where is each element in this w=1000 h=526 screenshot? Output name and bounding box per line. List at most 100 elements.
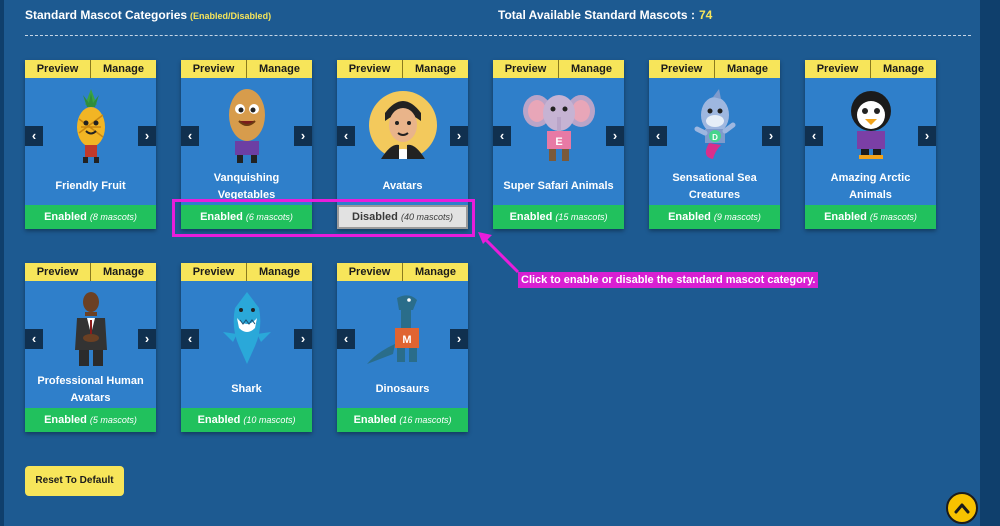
manage-button[interactable]: Manage [402, 263, 468, 281]
svg-text:D: D [712, 133, 718, 142]
penguin-mascot-icon [825, 82, 916, 168]
next-mascot-button[interactable]: › [450, 329, 468, 349]
preview-button[interactable]: Preview [805, 60, 870, 78]
previous-mascot-button[interactable]: ‹ [493, 126, 511, 146]
category-name: Shark [231, 383, 262, 395]
status-label: Enabled [44, 211, 87, 223]
mascot-count: (16 mascots) [399, 415, 452, 425]
next-mascot-button[interactable]: › [918, 126, 936, 146]
previous-mascot-button[interactable]: ‹ [805, 126, 823, 146]
preview-button[interactable]: Preview [181, 263, 246, 281]
scroll-to-top-button[interactable] [946, 492, 978, 524]
manage-button[interactable]: Manage [90, 60, 156, 78]
card-tabs: Preview Manage [649, 60, 780, 78]
reset-to-default-button[interactable]: Reset To Default [25, 466, 124, 496]
category-card: Preview Manage ‹ › Amazing Arctic Animal… [805, 60, 936, 229]
manage-button[interactable]: Manage [714, 60, 780, 78]
total-mascots-count: 74 [698, 8, 713, 22]
preview-button[interactable]: Preview [25, 263, 90, 281]
mascot-count: (15 mascots) [555, 212, 608, 222]
category-status-toggle[interactable]: Enabled (5 mascots) [805, 205, 936, 229]
category-status-toggle[interactable]: Enabled (5 mascots) [25, 408, 156, 432]
highlight-box [172, 199, 475, 237]
next-mascot-button[interactable]: › [138, 126, 156, 146]
category-card: Preview Manage D ‹ › Sensational Sea Cre… [649, 60, 780, 229]
next-mascot-button[interactable]: › [294, 126, 312, 146]
mascot-count: (5 mascots) [869, 212, 917, 222]
next-mascot-button[interactable]: › [606, 126, 624, 146]
shark-mascot-icon [201, 285, 292, 371]
previous-mascot-button[interactable]: ‹ [181, 329, 199, 349]
card-tabs: Preview Manage [25, 60, 156, 78]
mascot-count: (10 mascots) [243, 415, 296, 425]
category-card: Preview Manage ‹ › Shark Enabled (10 mas… [181, 263, 312, 432]
status-label: Enabled [197, 414, 241, 426]
preview-button[interactable]: Preview [493, 60, 558, 78]
svg-text:M: M [402, 334, 411, 346]
businessman-mascot-icon [45, 285, 136, 371]
card-tabs: Preview Manage [181, 60, 312, 78]
manage-button[interactable]: Manage [870, 60, 936, 78]
category-status-toggle[interactable]: Enabled (8 mascots) [25, 205, 156, 229]
previous-mascot-button[interactable]: ‹ [337, 126, 355, 146]
category-card: Preview Manage ‹ › Professional Human Av… [25, 263, 156, 432]
status-label: Enabled [353, 414, 397, 426]
next-mascot-button[interactable]: › [294, 329, 312, 349]
dinosaur-mascot-icon: M [357, 285, 448, 371]
card-tabs: Preview Manage [25, 263, 156, 281]
next-mascot-button[interactable]: › [138, 329, 156, 349]
preview-button[interactable]: Preview [649, 60, 714, 78]
callout-text: Click to enable or disable the standard … [518, 272, 819, 288]
preview-button[interactable]: Preview [337, 60, 402, 78]
previous-mascot-button[interactable]: ‹ [25, 126, 43, 146]
status-label: Enabled [44, 414, 87, 426]
card-tabs: Preview Manage [337, 60, 468, 78]
manage-button[interactable]: Manage [90, 263, 156, 281]
preview-button[interactable]: Preview [25, 60, 90, 78]
mascot-count: (9 mascots) [713, 212, 761, 222]
card-tabs: Preview Manage [337, 263, 468, 281]
category-card: Preview Manage E ‹ › Super Safari Animal… [493, 60, 624, 229]
manage-button[interactable]: Manage [246, 263, 312, 281]
avatar-mascot-icon [357, 82, 448, 168]
svg-text:E: E [555, 136, 562, 148]
category-name: Super Safari Animals [503, 180, 614, 192]
next-mascot-button[interactable]: › [450, 126, 468, 146]
mascot-count: (5 mascots) [89, 415, 137, 425]
previous-mascot-button[interactable]: ‹ [649, 126, 667, 146]
potato-mascot-icon [201, 82, 292, 168]
category-name: Professional Human Avatars [37, 374, 144, 404]
next-mascot-button[interactable]: › [762, 126, 780, 146]
preview-button[interactable]: Preview [181, 60, 246, 78]
header-divider [25, 35, 971, 36]
previous-mascot-button[interactable]: ‹ [25, 329, 43, 349]
manage-button[interactable]: Manage [558, 60, 624, 78]
manage-button[interactable]: Manage [246, 60, 312, 78]
category-name: Amazing Arctic Animals [830, 171, 911, 201]
category-card: Preview Manage M ‹ › Dinosaurs Enabled (… [337, 263, 468, 432]
elephant-mascot-icon: E [513, 82, 604, 168]
card-tabs: Preview Manage [493, 60, 624, 78]
card-tabs: Preview Manage [181, 263, 312, 281]
category-name: Sensational Sea Creatures [672, 171, 757, 201]
previous-mascot-button[interactable]: ‹ [337, 329, 355, 349]
category-name: Dinosaurs [375, 383, 430, 395]
category-name: Friendly Fruit [55, 180, 126, 192]
status-label: Enabled [824, 211, 867, 223]
dolphin-mascot-icon: D [669, 82, 760, 168]
card-tabs: Preview Manage [805, 60, 936, 78]
page-title: Standard Mascot Categories (Enabled/Disab… [25, 8, 272, 22]
header: Standard Mascot Categories (Enabled/Disab… [25, 6, 971, 28]
mascot-count: (8 mascots) [89, 212, 137, 222]
status-label: Enabled [668, 211, 711, 223]
category-status-toggle[interactable]: Enabled (16 mascots) [337, 408, 468, 432]
category-status-toggle[interactable]: Enabled (9 mascots) [649, 205, 780, 229]
category-card: Preview Manage ‹ › Friendly Fruit Enable… [25, 60, 156, 229]
preview-button[interactable]: Preview [337, 263, 402, 281]
page-title-subtitle: (Enabled/Disabled) [190, 11, 272, 21]
pineapple-mascot-icon [45, 82, 136, 168]
category-status-toggle[interactable]: Enabled (10 mascots) [181, 408, 312, 432]
chevron-up-icon [954, 503, 970, 514]
previous-mascot-button[interactable]: ‹ [181, 126, 199, 146]
manage-button[interactable]: Manage [402, 60, 468, 78]
